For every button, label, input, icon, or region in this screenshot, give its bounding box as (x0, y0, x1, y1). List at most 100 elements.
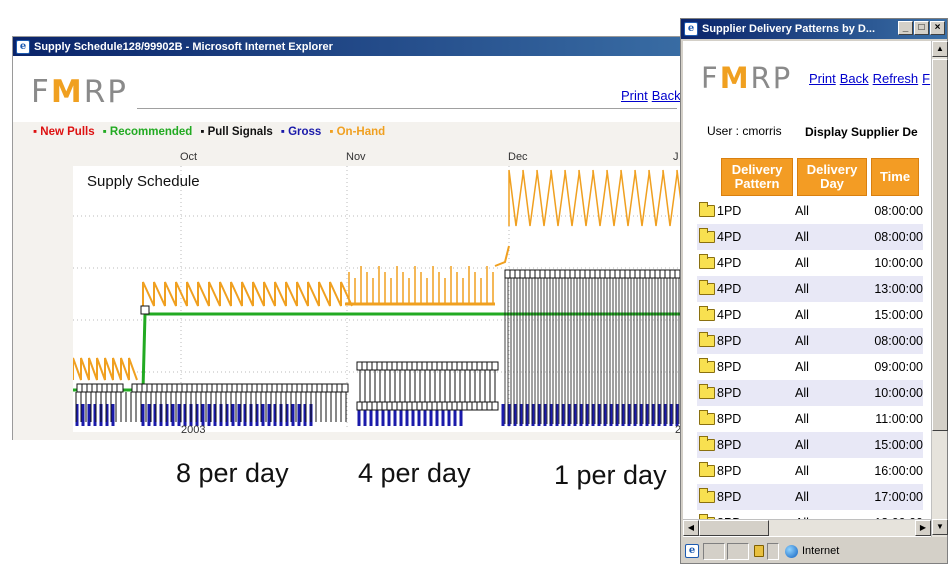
table-row[interactable]: 4PD All 13:00:00 (697, 276, 923, 302)
folder-icon[interactable] (699, 488, 715, 503)
table-row[interactable]: 4PD All 15:00:00 (697, 302, 923, 328)
on-hand-line (508, 169, 701, 227)
user-line: User : cmorris (707, 124, 782, 138)
column-header-time[interactable]: Time (871, 158, 919, 196)
print-link[interactable]: Print (809, 71, 836, 86)
vertical-scrollbar[interactable]: ▲ ▼ (931, 41, 948, 537)
cell-time: 09:00:00 (874, 360, 923, 374)
cell-pattern: 1PD (717, 204, 742, 218)
header-links: Print Back (621, 88, 685, 103)
supply-schedule-chart (73, 166, 701, 428)
scroll-left-button[interactable]: ◀ (683, 520, 699, 536)
cell-time: 15:00:00 (874, 438, 923, 452)
folder-icon[interactable] (699, 202, 715, 217)
page-icon: e (685, 544, 699, 558)
delivery-pattern-rows: 1PD All 08:00:00 4PD All 08:00:00 4PD All 10:00:… (697, 198, 923, 536)
table-row[interactable]: 4PD All 08:00:00 (697, 224, 923, 250)
table-row[interactable]: 1PD All 08:00:00 (697, 198, 923, 224)
folder-icon[interactable] (699, 358, 715, 373)
status-cell (727, 542, 749, 560)
cell-time: 13:00:00 (874, 282, 923, 296)
caption-4-per-day: 4 per day (358, 458, 471, 488)
window-titlebar[interactable]: e Supply Schedule128/99902B - Microsoft … (13, 37, 701, 56)
folder-icon[interactable] (699, 332, 715, 347)
on-hand-line (494, 245, 510, 267)
scroll-up-button[interactable]: ▲ (932, 41, 948, 57)
legend-gross: ▪ Gross (280, 126, 322, 138)
display-label: Display Supplier De (805, 125, 918, 139)
pull-signal-marker (491, 361, 499, 371)
legend-recommended: ▪ Recommended (102, 126, 193, 138)
cell-time: 08:00:00 (874, 230, 923, 244)
scroll-down-button[interactable]: ▼ (932, 519, 948, 535)
back-link[interactable]: Back (652, 88, 681, 103)
table-row[interactable]: 8PD All 10:00:00 (697, 380, 923, 406)
cell-pattern: 4PD (717, 256, 742, 270)
cell-day: All (795, 282, 809, 296)
scroll-thumb[interactable] (932, 59, 948, 431)
folder-icon[interactable] (699, 306, 715, 321)
cell-time: 11:00:00 (875, 412, 923, 426)
caption-1-per-day: 1 per day (554, 460, 667, 490)
folder-icon[interactable] (699, 462, 715, 477)
caption-8-per-day: 8 per day (176, 458, 289, 488)
folder-icon[interactable] (699, 280, 715, 295)
cell-day: All (795, 412, 809, 426)
supply-schedule-window: e Supply Schedule128/99902B - Microsoft … (12, 36, 703, 440)
table-row[interactable]: 8PD All 16:00:00 (697, 458, 923, 484)
cell-day: All (795, 230, 809, 244)
cell-day: All (795, 360, 809, 374)
popup-title: Supplier Delivery Patterns by D... (702, 23, 876, 35)
table-row[interactable]: 8PD All 15:00:00 (697, 432, 923, 458)
column-header-delivery-pattern[interactable]: Delivery Pattern (721, 158, 793, 196)
status-cell (767, 542, 779, 560)
page-content: FMRP Print Back ▪ New Pulls ▪ Recommended ▪… (13, 56, 703, 440)
pull-signal-marker (116, 383, 124, 393)
cell-time: 10:00:00 (874, 256, 923, 270)
x-tick-label: Dec (508, 151, 528, 163)
internet-zone-icon (785, 544, 798, 558)
status-cell (703, 542, 725, 560)
cell-day: All (795, 464, 809, 478)
hscroll-thumb[interactable] (699, 520, 769, 536)
folder-icon[interactable] (699, 228, 715, 243)
popup-links: Print Back Refresh F (809, 71, 931, 86)
table-row[interactable]: 4PD All 10:00:00 (697, 250, 923, 276)
fmrp-logo: FMRP (31, 74, 128, 110)
cell-pattern: 4PD (717, 230, 742, 244)
cell-pattern: 8PD (717, 412, 742, 426)
back-link[interactable]: Back (840, 71, 869, 86)
table-row[interactable]: 8PD All 08:00:00 (697, 328, 923, 354)
cell-day: All (795, 438, 809, 452)
refresh-link[interactable]: Refresh (873, 71, 919, 86)
horizontal-scrollbar[interactable]: ◀ ▶ (683, 519, 931, 536)
folder-icon[interactable] (699, 410, 715, 425)
table-row[interactable]: 8PD All 11:00:00 (697, 406, 923, 432)
fmrp-logo: FMRP (701, 61, 793, 95)
minimize-button[interactable]: _ (898, 21, 913, 35)
cell-pattern: 8PD (717, 438, 742, 452)
cell-time: 10:00:00 (874, 386, 923, 400)
folder-icon[interactable] (699, 254, 715, 269)
lock-icon (754, 545, 764, 557)
close-button[interactable]: × (930, 21, 945, 35)
folder-icon[interactable] (699, 384, 715, 399)
cell-pattern: 8PD (717, 360, 742, 374)
cell-pattern: 4PD (717, 308, 742, 322)
header-divider (137, 108, 677, 109)
cell-time: 08:00:00 (874, 204, 923, 218)
print-link[interactable]: Print (621, 88, 648, 103)
cell-time: 16:00:00 (874, 464, 923, 478)
cell-pattern: 8PD (717, 490, 742, 504)
window-controls: _ □ × (897, 21, 945, 35)
more-link[interactable]: F (922, 71, 930, 86)
legend-pull-signals: ▪ Pull Signals (200, 126, 273, 138)
status-zone-text: Internet (802, 545, 840, 557)
maximize-button[interactable]: □ (914, 21, 929, 35)
table-row[interactable]: 8PD All 17:00:00 (697, 484, 923, 510)
scroll-right-button[interactable]: ▶ (915, 520, 931, 536)
table-row[interactable]: 8PD All 09:00:00 (697, 354, 923, 380)
legend-on-hand: ▪ On-Hand (329, 126, 386, 138)
column-header-delivery-day[interactable]: Delivery Day (797, 158, 867, 196)
folder-icon[interactable] (699, 436, 715, 451)
